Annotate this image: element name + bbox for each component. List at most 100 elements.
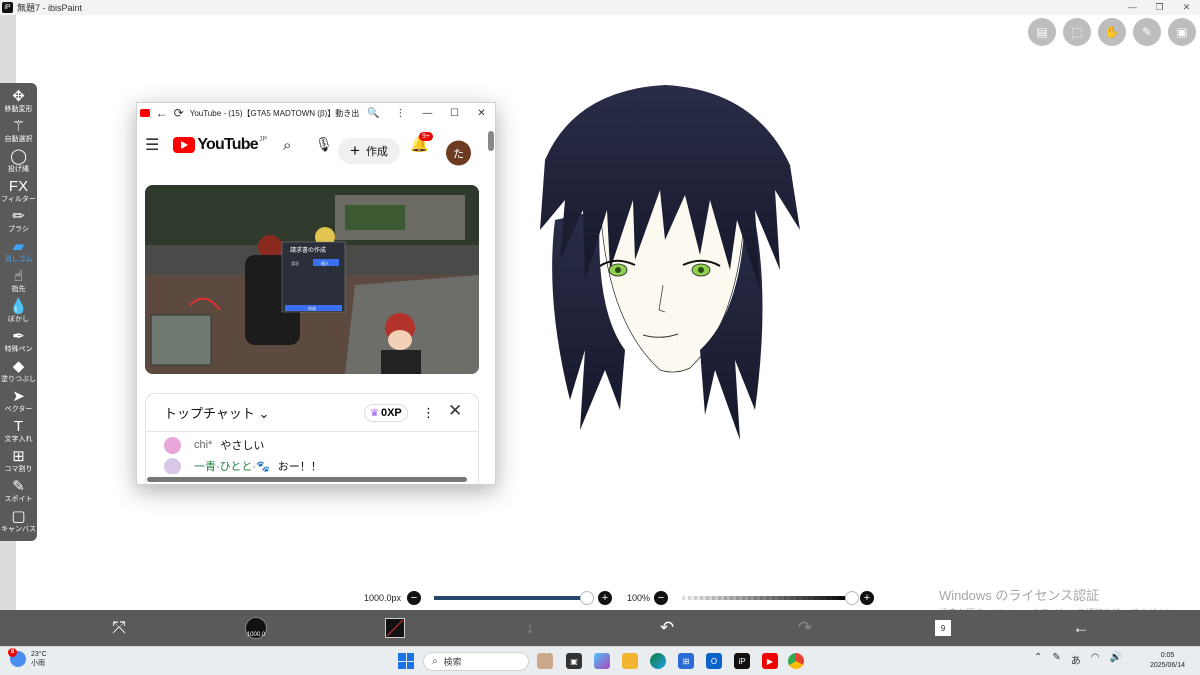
chat-avatar xyxy=(164,436,181,454)
tool-smudge[interactable]: ☝ 指先 xyxy=(0,268,37,298)
windows-taskbar: 8 23°C 小雨 ⌕ 検索 ▣ ⊞ O iP ▶ ⌃ ✎ あ ◠ 🔊 0:05 xyxy=(0,646,1200,675)
edge-icon[interactable] xyxy=(650,653,666,669)
tool-magic-wand[interactable]: ⚚ 自動選択 xyxy=(0,118,37,148)
yt-close-button[interactable]: ✕ xyxy=(468,108,495,119)
color-swatch-button[interactable] xyxy=(380,610,410,646)
opacity-minus-button[interactable]: − xyxy=(654,591,668,605)
chat-author: 一青·ひとと·🐾 xyxy=(194,461,270,473)
maximize-button[interactable]: ❐ xyxy=(1146,0,1173,15)
lasso-icon: ◯ xyxy=(10,148,27,165)
youtube-logo[interactable]: YouTube JP xyxy=(173,136,267,154)
tool-brush[interactable]: ✏ ブラシ xyxy=(0,208,37,238)
redo-icon[interactable]: ↷ xyxy=(790,610,820,646)
search-icon[interactable]: ⌕ xyxy=(283,137,291,154)
create-button[interactable]: + 作成 xyxy=(338,138,400,164)
yt-maximize-button[interactable]: ☐ xyxy=(441,108,468,119)
back-arrow-icon[interactable]: ← xyxy=(1066,610,1096,646)
tool-label: ぼかし xyxy=(8,316,29,323)
tool-fill[interactable]: ◆ 塗りつぶし xyxy=(0,358,37,388)
brush-size-plus-button[interactable]: + xyxy=(598,591,612,605)
zoom-icon[interactable]: 🔍 xyxy=(360,108,387,119)
window-menu-icon[interactable]: ⋮ xyxy=(387,108,414,119)
video-frame: 請求書の作成 請求 個人 作成 xyxy=(145,185,479,374)
chat-message: chi* やさしい xyxy=(146,432,478,458)
tool-frame[interactable]: ⊞ コマ割り xyxy=(0,448,37,478)
ruler-icon[interactable]: ✎ xyxy=(1133,18,1161,46)
tool-special-pen[interactable]: ✒ 特殊ペン xyxy=(0,328,37,358)
weather-widget[interactable]: 8 23°C 小雨 xyxy=(8,648,47,668)
chat-more-icon[interactable]: ⋮ xyxy=(422,405,435,421)
youtube-wordmark: YouTube xyxy=(197,136,258,153)
tool-eraser[interactable]: ▰ 消しゴム xyxy=(0,238,37,268)
youtube-window-titlebar: ← ⟳ YouTube - (15)【GTA5 MADTOWN (β)】動き出.… xyxy=(137,103,495,123)
download-arrow-icon[interactable]: ↓ xyxy=(515,610,545,646)
taskbar-clock[interactable]: 0:05 2025/06/14 xyxy=(1150,651,1185,671)
store-icon[interactable]: ⊞ xyxy=(678,653,694,669)
taskbar-search[interactable]: ⌕ 検索 xyxy=(423,652,529,671)
task-view-icon[interactable]: ▣ xyxy=(566,653,582,669)
gallery-icon[interactable]: ▣ xyxy=(1168,18,1196,46)
tool-lasso[interactable]: ◯ 投げ縄 xyxy=(0,148,37,178)
youtube-window: ← ⟳ YouTube - (15)【GTA5 MADTOWN (β)】動き出.… xyxy=(136,102,496,485)
yt-horizontal-scrollbar[interactable] xyxy=(147,477,467,482)
layers-icon[interactable]: ▤ xyxy=(1028,18,1056,46)
filter-icon: FX xyxy=(8,178,29,195)
selection-icon[interactable]: ⬚ xyxy=(1063,18,1091,46)
video-popup-tag-left: 請求 xyxy=(291,260,299,266)
opacity-plus-button[interactable]: + xyxy=(860,591,874,605)
tool-blur[interactable]: 💧 ぼかし xyxy=(0,298,37,328)
chat-close-icon[interactable]: ✕ xyxy=(448,401,462,421)
youtube-header: ☰ YouTube JP ⌕ 🎙 + 作成 🔔 9+ た xyxy=(137,123,495,167)
tool-label: スポイト xyxy=(4,496,33,503)
wifi-icon[interactable]: ◠ xyxy=(1091,652,1100,667)
layers-count-button[interactable]: 9 xyxy=(928,610,958,646)
xp-badge[interactable]: ♛ 0XP xyxy=(364,404,408,422)
reload-button[interactable]: ⟳ xyxy=(174,106,184,120)
microphone-icon[interactable]: 🎙 xyxy=(315,136,333,153)
chrome-icon[interactable] xyxy=(788,653,804,669)
search-highlight-icon[interactable] xyxy=(537,653,553,669)
tool-settings-icon[interactable]: ⤧ xyxy=(104,610,134,646)
brush-size-knob[interactable] xyxy=(579,591,594,605)
close-button[interactable]: ✕ xyxy=(1173,0,1200,15)
yt-minimize-button[interactable]: — xyxy=(414,108,441,119)
start-button[interactable] xyxy=(398,653,414,669)
ime-indicator[interactable]: あ xyxy=(1071,652,1081,667)
brush-size-slider[interactable] xyxy=(434,596,590,600)
tool-vector[interactable]: ➤ ベクター xyxy=(0,388,37,418)
pen-icon[interactable]: ✎ xyxy=(1052,652,1060,667)
chat-text: やさしい xyxy=(220,440,265,452)
brush-size-value: 1000.0px xyxy=(364,593,402,603)
yt-vertical-scrollbar[interactable] xyxy=(488,131,494,151)
tool-canvas[interactable]: ▢ キャンバス xyxy=(0,508,37,538)
youtube-taskbar-icon[interactable]: ▶ xyxy=(762,653,778,669)
copilot-icon[interactable] xyxy=(594,653,610,669)
canvas-drawing[interactable] xyxy=(515,70,815,480)
frame-icon: ⊞ xyxy=(12,448,25,465)
opacity-slider[interactable] xyxy=(682,596,852,600)
tray-overflow-icon[interactable]: ⌃ xyxy=(1034,652,1042,667)
tool-transform[interactable]: ✥ 移動変形 xyxy=(0,88,37,118)
brush-size-indicator-button[interactable]: 1000.0 xyxy=(241,610,271,646)
volume-icon[interactable]: 🔊 xyxy=(1110,652,1122,667)
video-player[interactable]: 請求書の作成 請求 個人 作成 xyxy=(145,185,479,374)
file-explorer-icon[interactable] xyxy=(622,653,638,669)
back-button[interactable]: ← xyxy=(156,106,168,120)
chat-mode-dropdown[interactable]: トップチャット ⌄ xyxy=(164,403,269,422)
chat-text: おー！！ xyxy=(277,461,322,473)
ibispaint-taskbar-icon[interactable]: iP xyxy=(734,653,750,669)
hamburger-menu-icon[interactable]: ☰ xyxy=(145,135,159,155)
opacity-knob[interactable] xyxy=(845,591,859,605)
undo-icon[interactable]: ↶ xyxy=(652,610,682,646)
brush-size-minus-button[interactable]: − xyxy=(407,591,421,605)
account-avatar[interactable]: た xyxy=(446,140,471,166)
tool-eyedropper[interactable]: ✎ スポイト xyxy=(0,478,37,508)
tool-filter[interactable]: FX フィルター xyxy=(0,178,37,208)
taskbar-search-placeholder: 検索 xyxy=(443,657,462,667)
outlook-icon[interactable]: O xyxy=(706,653,722,669)
tool-text[interactable]: T 文字入れ xyxy=(0,418,37,448)
minimize-button[interactable]: — xyxy=(1119,0,1146,15)
hand-icon[interactable]: ✋ xyxy=(1098,18,1126,46)
brush-size-indicator: 1000.0 xyxy=(245,617,267,639)
system-tray: ⌃ ✎ あ ◠ 🔊 xyxy=(1034,652,1122,667)
